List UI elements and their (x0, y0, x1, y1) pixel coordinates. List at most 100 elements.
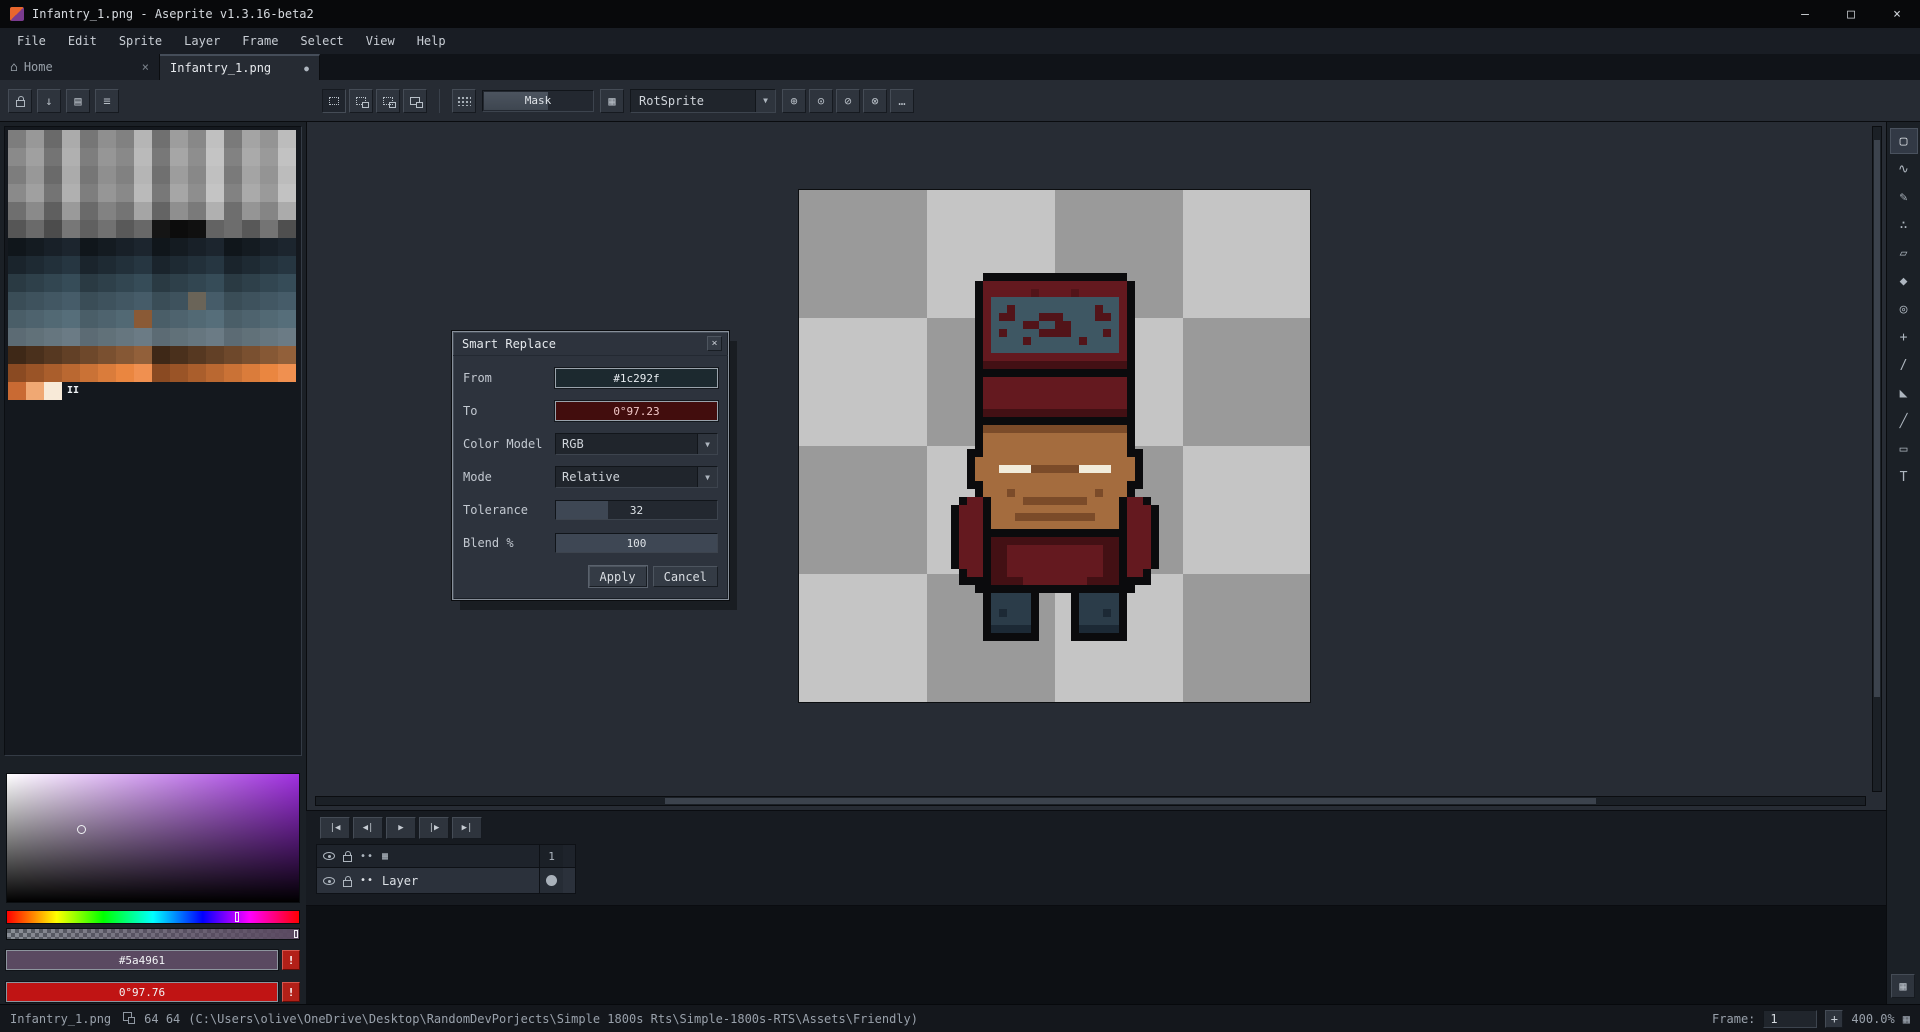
palette-swatch[interactable] (26, 130, 44, 148)
palette-options-button[interactable]: ≡ (95, 89, 119, 113)
palette-swatch[interactable] (44, 220, 62, 238)
eyedropper-tool-button[interactable]: ◆ (1890, 268, 1918, 294)
selection-mode-subtract-button[interactable] (376, 89, 400, 113)
palette-swatch[interactable] (98, 274, 116, 292)
palette-swatch[interactable] (188, 238, 206, 256)
palette-swatch[interactable] (8, 310, 26, 328)
chevron-down-icon[interactable]: ▼ (755, 90, 775, 112)
palette-swatch[interactable] (98, 148, 116, 166)
palette-swatch[interactable] (152, 220, 170, 238)
palette-swatch[interactable] (26, 238, 44, 256)
text-tool-button[interactable]: T (1890, 464, 1918, 490)
line-tool-button[interactable]: ╱ (1890, 408, 1918, 434)
palette-swatch[interactable] (8, 256, 26, 274)
palette-swatch[interactable] (224, 202, 242, 220)
palette-swatch[interactable] (8, 382, 26, 400)
color-marker[interactable] (77, 825, 86, 834)
selection-mode-replace-button[interactable] (322, 89, 346, 113)
palette-swatch[interactable] (62, 202, 80, 220)
palette-swatch[interactable] (206, 166, 224, 184)
palette-swatch[interactable] (224, 238, 242, 256)
palette-swatch[interactable] (116, 202, 134, 220)
palette-swatch[interactable] (188, 292, 206, 310)
palette-swatch[interactable] (98, 202, 116, 220)
palette-swatch[interactable] (152, 328, 170, 346)
palette-swatch[interactable] (242, 166, 260, 184)
palette-swatch[interactable] (224, 346, 242, 364)
paint-bucket-tool-button[interactable]: ◣ (1890, 380, 1918, 406)
pencil-tool-button[interactable]: ✎ (1890, 184, 1918, 210)
palette-swatch[interactable] (26, 202, 44, 220)
move-tool-button[interactable]: + (1890, 324, 1918, 350)
palette-swatch[interactable] (188, 220, 206, 238)
palette-swatch[interactable] (170, 148, 188, 166)
palette-swatch[interactable] (242, 130, 260, 148)
palette-swatch[interactable] (170, 346, 188, 364)
palette-swatch[interactable] (206, 274, 224, 292)
palette-swatch[interactable] (152, 166, 170, 184)
palette-swatch[interactable] (98, 328, 116, 346)
palette-swatch[interactable] (80, 184, 98, 202)
palette-swatch[interactable] (188, 166, 206, 184)
palette-swatch[interactable] (26, 364, 44, 382)
palette-swatch[interactable] (134, 184, 152, 202)
palette-swatch[interactable] (242, 310, 260, 328)
lasso-tool-button[interactable]: ∿ (1890, 156, 1918, 182)
palette-swatch[interactable] (260, 166, 278, 184)
cel-frame-1[interactable] (539, 868, 563, 893)
background-color-button[interactable]: 0°97.76 (6, 982, 278, 1002)
palette-swatch[interactable] (134, 346, 152, 364)
palette-swatch[interactable] (242, 256, 260, 274)
palette-swatch[interactable] (8, 148, 26, 166)
palette-swatch[interactable] (152, 238, 170, 256)
palette-swatch[interactable] (80, 364, 98, 382)
palette-swatch[interactable] (278, 346, 296, 364)
palette-swatch[interactable] (260, 220, 278, 238)
palette-swatch[interactable] (242, 328, 260, 346)
palette-swatch[interactable] (8, 220, 26, 238)
palette-swatch[interactable] (242, 274, 260, 292)
palette-swatch[interactable] (152, 202, 170, 220)
pivot-button[interactable]: ⊕ (782, 89, 806, 113)
palette-swatch[interactable] (242, 202, 260, 220)
palette-swatch[interactable] (134, 220, 152, 238)
maximize-button[interactable]: □ (1828, 0, 1874, 28)
palette-swatch[interactable] (278, 256, 296, 274)
palette-swatch[interactable] (152, 346, 170, 364)
palette-swatch[interactable] (188, 346, 206, 364)
palette-swatch[interactable] (170, 220, 188, 238)
background-palette-warning-button[interactable]: ! (282, 982, 300, 1002)
palette-swatch[interactable] (260, 364, 278, 382)
palette-swatch[interactable] (206, 364, 224, 382)
more-options-button[interactable]: … (890, 89, 914, 113)
tab-infantry-1-png[interactable]: Infantry_1.png ● (160, 54, 320, 80)
palette-swatch[interactable] (206, 202, 224, 220)
palette-swatch[interactable] (242, 238, 260, 256)
palette-swatch[interactable] (206, 184, 224, 202)
palette-swatch[interactable] (44, 310, 62, 328)
palette-swatch[interactable] (80, 256, 98, 274)
palette-swatch[interactable] (116, 346, 134, 364)
dialog-close-button[interactable]: × (707, 336, 722, 351)
palette-swatch[interactable] (278, 310, 296, 328)
timeline-options-icon[interactable]: ▦ (382, 851, 389, 862)
palette-swatch[interactable] (44, 166, 62, 184)
palette-swatch[interactable] (98, 220, 116, 238)
palette-swatch[interactable] (116, 274, 134, 292)
palette-swatch[interactable] (80, 292, 98, 310)
next-frame-button[interactable]: |▶ (419, 817, 449, 839)
palette-swatch[interactable] (116, 130, 134, 148)
palette-swatch[interactable] (26, 220, 44, 238)
palette-swatch[interactable] (80, 328, 98, 346)
palette-swatch[interactable] (224, 274, 242, 292)
palette-swatch[interactable] (170, 202, 188, 220)
vertical-scrollbar[interactable] (1872, 126, 1882, 792)
palette-swatch[interactable] (206, 346, 224, 364)
sprite-document[interactable] (798, 189, 1311, 703)
palette-swatch[interactable] (98, 256, 116, 274)
selection-mode-add-button[interactable] (349, 89, 373, 113)
frame-1-header[interactable]: 1 (539, 845, 563, 867)
palette-swatch[interactable] (278, 274, 296, 292)
palette-swatch[interactable] (8, 328, 26, 346)
palette-swatch[interactable] (44, 202, 62, 220)
